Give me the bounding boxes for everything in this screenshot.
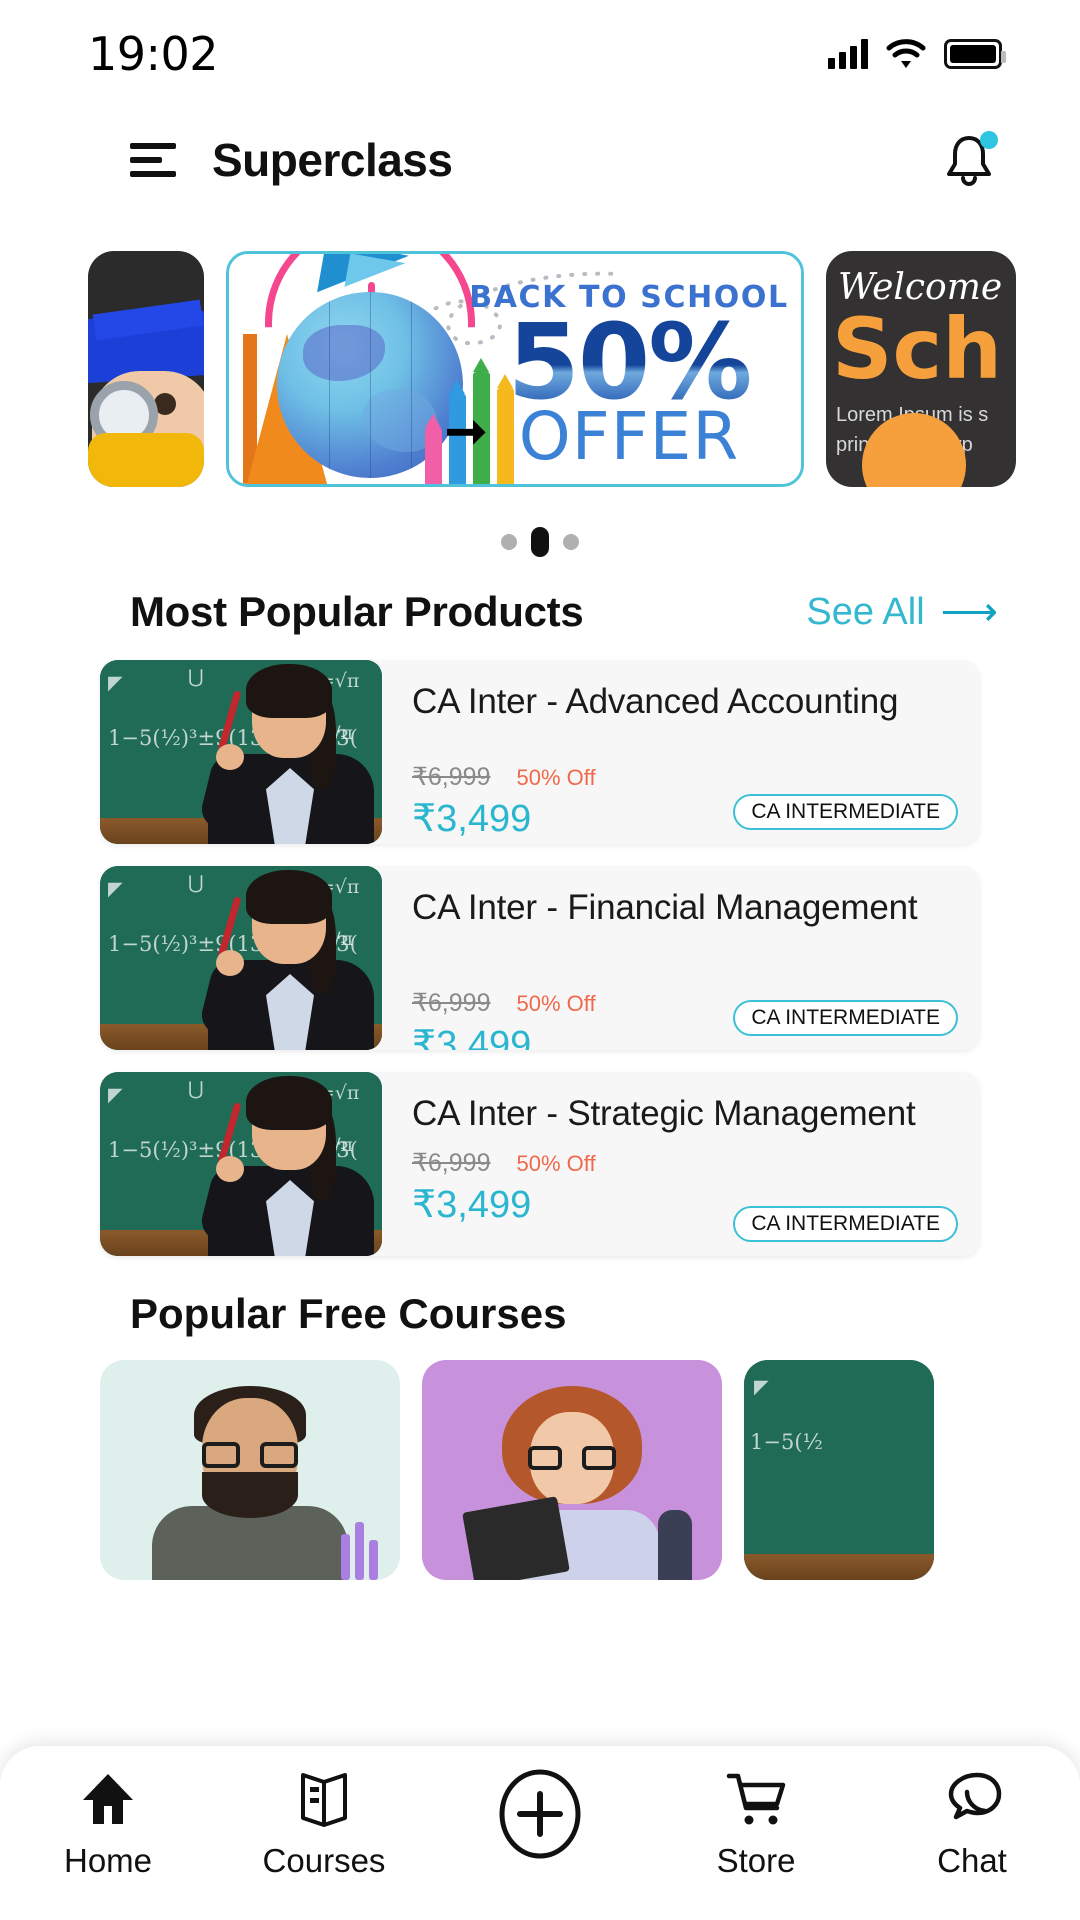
chalkboard-background: [744, 1360, 934, 1580]
glasses-icon: [202, 1442, 298, 1468]
product-discount: 50% Off: [516, 1151, 596, 1176]
product-title: CA Inter - Advanced Accounting: [412, 682, 899, 721]
promo-artwork: ➞ BACK TO SCHOOL 50% OFFER: [229, 254, 801, 484]
app-header: Superclass: [0, 108, 1080, 212]
bottom-navigation-bar: Home Courses Store Chat: [0, 1746, 1080, 1920]
arrow-right-icon: ⟶: [940, 590, 998, 634]
status-time: 19:02: [88, 27, 219, 81]
product-thumbnail: ◤ ⋃ 1−5(½)³±9(13/24)−13( √x=√π 2/π: [100, 1072, 382, 1256]
nav-item-add[interactable]: [432, 1768, 648, 1872]
product-old-price: ₹6,999: [412, 1149, 491, 1177]
product-price-row: ₹6,999 50% Off: [412, 762, 950, 792]
free-course-card[interactable]: ◤ 1−5(½: [744, 1360, 934, 1580]
carousel-pager[interactable]: [0, 527, 1080, 557]
nav-label-courses: Courses: [262, 1842, 386, 1879]
nav-item-courses[interactable]: Courses: [216, 1768, 432, 1880]
status-badge: CA INTERMEDIATE: [733, 1206, 958, 1242]
product-info: CA Inter - Advanced Accounting ₹6,999 50…: [382, 660, 980, 844]
product-old-price: ₹6,999: [412, 989, 491, 1017]
product-discount: 50% Off: [516, 991, 596, 1016]
book-stack-icon: [462, 1496, 570, 1580]
pager-dot-0[interactable]: [501, 534, 517, 550]
carousel-slide-back-to-school[interactable]: ➞ BACK TO SCHOOL 50% OFFER: [226, 251, 804, 487]
nav-item-home[interactable]: Home: [0, 1768, 216, 1880]
notification-dot: [980, 131, 998, 149]
chalk-graph: ⋃: [188, 1078, 204, 1100]
chalk-figure: ◤: [108, 672, 123, 694]
chalk-figure: ◤: [108, 1084, 123, 1106]
glasses-icon: [528, 1446, 616, 1470]
signal-icon: [828, 39, 868, 69]
free-course-card[interactable]: [100, 1360, 400, 1580]
chalk-figure: ◤: [108, 878, 123, 900]
popular-products-header: Most Popular Products See All ⟶: [0, 588, 1080, 636]
teacher-hair: [246, 1076, 332, 1130]
app-screen: 19:02 Superclass ➞ BACK TO SCHOOL 50% OF…: [0, 0, 1080, 1920]
status-icons: [828, 39, 1006, 69]
chalk-figure: ◤: [754, 1376, 769, 1398]
free-course-card[interactable]: [422, 1360, 722, 1580]
teacher-hand: [216, 950, 244, 976]
wifi-icon: [886, 39, 926, 69]
promo-discount: 50%: [469, 310, 789, 414]
nav-label-store: Store: [716, 1842, 796, 1879]
header-left-group: Superclass: [130, 133, 453, 187]
product-info: CA Inter - Strategic Management ₹6,999 5…: [382, 1072, 980, 1256]
teacher-hair: [246, 870, 332, 924]
kid-shirt: [88, 433, 204, 487]
pager-dot-2[interactable]: [563, 534, 579, 550]
chat-icon: [941, 1768, 1003, 1830]
banner-carousel[interactable]: ➞ BACK TO SCHOOL 50% OFFER Welcome Sch L…: [0, 244, 1080, 494]
status-badge: CA INTERMEDIATE: [733, 1000, 958, 1036]
promo-text-block: BACK TO SCHOOL 50% OFFER: [469, 280, 789, 469]
welcome-headline: Sch: [832, 300, 1003, 398]
page-title: Superclass: [212, 134, 453, 186]
product-discount: 50% Off: [516, 765, 596, 790]
popular-products-list: ◤ ⋃ 1−5(½)³±9(13/24)−13( √x=√π 2/π CA In…: [0, 636, 1080, 1256]
product-title: CA Inter - Financial Management: [412, 888, 918, 927]
nav-label-home: Home: [63, 1842, 153, 1879]
product-card[interactable]: ◤ ⋃ 1−5(½)³±9(13/24)−13( √x=√π 2/π CA In…: [100, 1072, 980, 1256]
status-bar: 19:02: [0, 0, 1080, 108]
free-courses-list[interactable]: ◤ 1−5(½: [0, 1338, 1080, 1580]
book-icon: [297, 1768, 351, 1830]
hamburger-menu-icon[interactable]: [130, 143, 176, 177]
plus-circle-icon: [494, 1768, 586, 1860]
cart-icon: [725, 1768, 787, 1830]
pager-dot-1-active[interactable]: [531, 527, 549, 557]
product-thumbnail: ◤ ⋃ 1−5(½)³±9(13/24)−13( √x=√π 2/π: [100, 866, 382, 1050]
carousel-slide-kid[interactable]: [88, 251, 204, 487]
status-badge: CA INTERMEDIATE: [733, 794, 958, 830]
nav-item-chat[interactable]: Chat: [864, 1768, 1080, 1880]
product-title: CA Inter - Strategic Management: [412, 1094, 916, 1133]
product-card[interactable]: ◤ ⋃ 1−5(½)³±9(13/24)−13( √x=√π 2/π CA In…: [100, 866, 980, 1050]
notification-button[interactable]: [938, 129, 1000, 191]
section-title-popular-products: Most Popular Products: [130, 588, 584, 635]
carousel-track: ➞ BACK TO SCHOOL 50% OFFER Welcome Sch L…: [0, 244, 1080, 494]
chalk-graph: ⋃: [188, 666, 204, 688]
chalk-formula: 1−5(½: [750, 1430, 823, 1454]
see-all-button[interactable]: See All ⟶: [806, 591, 998, 634]
backpack-icon: [658, 1510, 692, 1580]
teacher-hair: [246, 664, 332, 718]
product-old-price: ₹6,999: [412, 763, 491, 791]
product-card[interactable]: ◤ ⋃ 1−5(½)³±9(13/24)−13( √x=√π 2/π CA In…: [100, 660, 980, 844]
instructor-beard: [202, 1472, 298, 1518]
see-all-label: See All: [806, 590, 925, 633]
chalk-graph: ⋃: [188, 872, 204, 894]
teacher-hand: [216, 744, 244, 770]
carousel-slide-welcome-school[interactable]: Welcome Sch Lorem Ipsum is s printing an…: [826, 251, 1016, 487]
product-price-row: ₹6,999 50% Off: [412, 1148, 950, 1178]
teacher-hand: [216, 1156, 244, 1182]
product-info: CA Inter - Financial Management ₹6,999 5…: [382, 866, 980, 1050]
home-icon: [79, 1768, 137, 1830]
nav-item-store[interactable]: Store: [648, 1768, 864, 1880]
battery-icon: [944, 39, 1006, 69]
pencils-icon: [341, 1522, 378, 1580]
product-thumbnail: ◤ ⋃ 1−5(½)³±9(13/24)−13( √x=√π 2/π: [100, 660, 382, 844]
section-title-free-courses: Popular Free Courses: [130, 1290, 567, 1337]
nav-label-chat: Chat: [937, 1842, 1007, 1879]
